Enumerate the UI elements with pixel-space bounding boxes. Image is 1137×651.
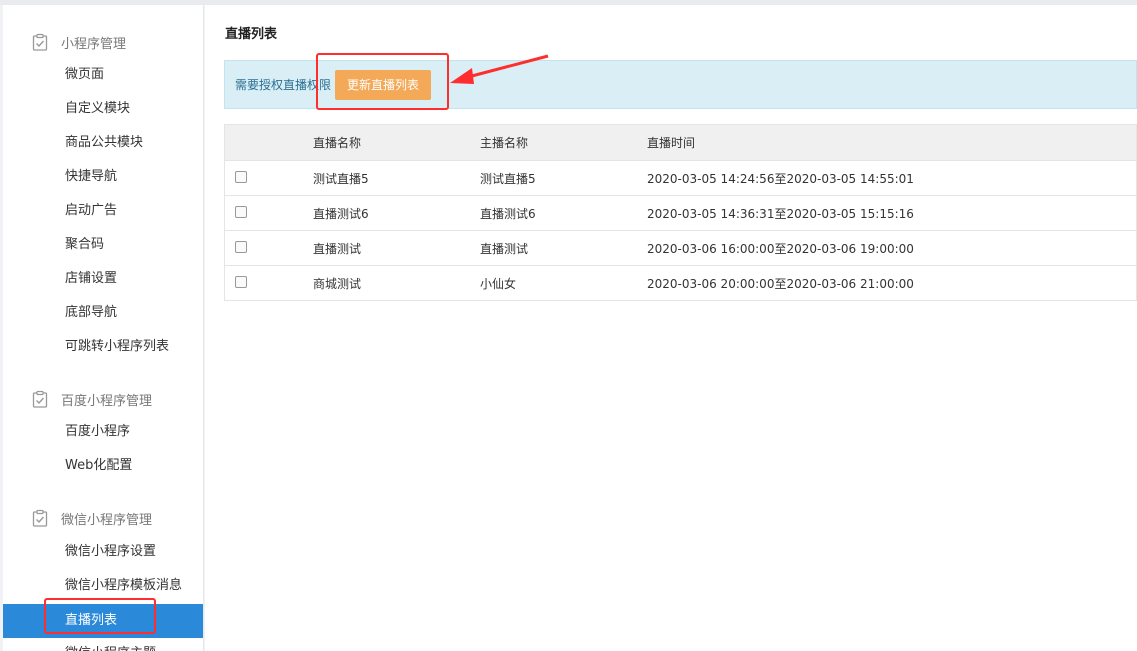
cell-live-time: 2020-03-06 20:00:00至2020-03-06 21:00:00 [647, 276, 914, 291]
sidebar-item-web-config[interactable]: Web化配置 [3, 451, 203, 481]
row-checkbox[interactable] [235, 240, 247, 253]
cell-live-name: 直播测试6 [313, 206, 369, 221]
row-checkbox[interactable] [235, 275, 247, 288]
cell-live-time: 2020-03-06 16:00:00至2020-03-06 19:00:00 [647, 241, 914, 256]
table-row: 直播测试6 直播测试6 2020-03-05 14:36:31至2020-03-… [225, 195, 1136, 230]
header-live-time: 直播时间 [647, 136, 696, 150]
table-row: 直播测试 直播测试 2020-03-06 16:00:00至2020-03-06… [225, 230, 1136, 265]
notice-text: 需要授权直播权限 [235, 78, 332, 92]
sidebar-item-wechat-settings[interactable]: 微信小程序设置 [3, 537, 203, 567]
cell-anchor-name: 直播测试 [480, 241, 529, 256]
sidebar-item-custom-module[interactable]: 自定义模块 [3, 94, 203, 124]
clipboard-check-icon [31, 390, 49, 408]
table-row: 商城测试 小仙女 2020-03-06 20:00:00至2020-03-06 … [225, 265, 1136, 300]
sidebar-group-title: 微信小程序管理 [61, 512, 153, 528]
sidebar-item-jumpable-miniprogram-list[interactable]: 可跳转小程序列表 [3, 332, 203, 362]
sidebar-item-bottom-nav[interactable]: 底部导航 [3, 298, 203, 328]
sidebar-item-store-settings[interactable]: 店铺设置 [3, 264, 203, 294]
sidebar-group-wechat: 微信小程序管理 [31, 508, 152, 528]
cell-live-time: 2020-03-05 14:24:56至2020-03-05 14:55:01 [647, 171, 914, 186]
sidebar-item-micropage[interactable]: 微页面 [3, 60, 203, 90]
header-anchor-name: 主播名称 [480, 136, 529, 150]
cell-anchor-name: 直播测试6 [480, 206, 536, 221]
sidebar-item-wechat-template-msg[interactable]: 微信小程序模板消息 [3, 571, 203, 601]
clipboard-check-icon [31, 33, 49, 51]
sidebar-group-title: 小程序管理 [61, 36, 127, 52]
sidebar-group-miniprogram: 小程序管理 [31, 32, 126, 52]
cell-live-name: 商城测试 [313, 276, 362, 291]
sidebar-item-wechat-theme[interactable]: 微信小程序主题 [3, 639, 203, 651]
clipboard-check-icon [31, 509, 49, 527]
sidebar-item-launch-ad[interactable]: 启动广告 [3, 196, 203, 226]
table-header: 直播名称 主播名称 直播时间 [225, 125, 1136, 160]
sidebar-item-live-list[interactable]: 直播列表 [3, 604, 203, 638]
header-live-name: 直播名称 [313, 136, 362, 150]
live-table: 直播名称 主播名称 直播时间 测试直播5 测试直播5 2020-03-05 14… [224, 124, 1137, 301]
sidebar: 小程序管理 微页面 自定义模块 商品公共模块 快捷导航 启动广告 聚合码 店铺设… [3, 5, 204, 651]
sidebar-group-baidu: 百度小程序管理 [31, 389, 152, 409]
cell-live-time: 2020-03-05 14:36:31至2020-03-05 15:15:16 [647, 206, 914, 221]
cell-anchor-name: 小仙女 [480, 276, 517, 291]
sidebar-item-aggregate-code[interactable]: 聚合码 [3, 230, 203, 260]
cell-anchor-name: 测试直播5 [480, 171, 536, 186]
cell-live-name: 测试直播5 [313, 171, 369, 186]
sidebar-item-quick-nav[interactable]: 快捷导航 [3, 162, 203, 192]
row-checkbox[interactable] [235, 170, 247, 183]
sidebar-item-product-public-module[interactable]: 商品公共模块 [3, 128, 203, 158]
row-checkbox[interactable] [235, 205, 247, 218]
update-live-list-button[interactable]: 更新直播列表 [335, 69, 432, 100]
main-content: 直播列表 需要授权直播权限 更新直播列表 直播名称 主播名称 直播时间 测试直播… [205, 5, 1137, 651]
sidebar-group-title: 百度小程序管理 [61, 393, 153, 409]
page-title: 直播列表 [225, 27, 278, 42]
notice-bar: 需要授权直播权限 更新直播列表 [224, 60, 1137, 109]
table-row: 测试直播5 测试直播5 2020-03-05 14:24:56至2020-03-… [225, 160, 1136, 195]
cell-live-name: 直播测试 [313, 241, 362, 256]
sidebar-item-baidu-miniprogram[interactable]: 百度小程序 [3, 417, 203, 447]
